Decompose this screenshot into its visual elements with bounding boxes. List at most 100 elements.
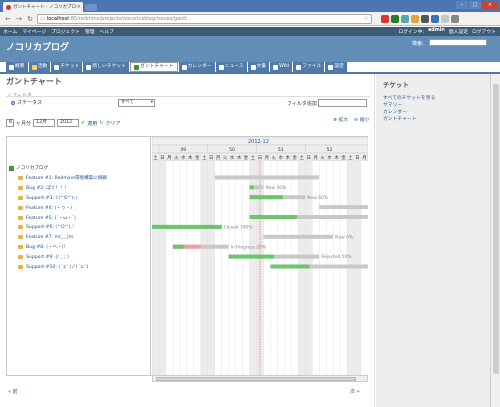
extension-icon-4[interactable] [411,14,419,23]
page-vscroll-thumb[interactable] [493,84,499,374]
zoom-out-link[interactable]: ⊖ 縮小 [354,116,369,123]
reload-icon[interactable]: ↻ [26,15,34,23]
tab-3[interactable]: 新しいチケット [83,62,130,72]
apply-link[interactable]: 適用 [87,120,97,127]
apply-checkmark-icon: ✔ [81,120,86,126]
sidebar-link-calendar[interactable]: カレンダー [383,108,407,115]
top-menu-help[interactable]: ヘルプ [100,28,114,35]
window-controls: – □ × [456,1,498,9]
tab-label: ファイル [302,64,322,69]
gantt-week-label: 52 [327,147,333,153]
tab-1[interactable]: 活動 [28,62,51,72]
tab-6[interactable]: ニュース [215,62,247,72]
issue-folder-icon [18,175,23,180]
wrench-icon[interactable] [451,14,459,23]
zoom-in-link[interactable]: ⊕ 拡大 [333,116,348,123]
maximize-icon[interactable]: □ [469,1,481,9]
browser-tab[interactable]: ガントチャート - ノコリカプログ - Redm × [3,2,83,12]
gantt-issue-row[interactable]: Support #6: (^O^)／ [18,223,75,231]
user-link[interactable]: admin [428,28,445,35]
tab-2[interactable]: チケット [51,62,83,72]
gantt-project-row[interactable]: ノコリカプログ [9,164,48,172]
gantt-bar-done [249,195,283,200]
tab-5[interactable]: カレンダー [178,62,215,72]
project-title: ノコリカプログ [6,43,70,53]
gantt-day-column [221,161,229,376]
extension-icon-5[interactable] [421,14,429,23]
status-select[interactable]: すべて ▾ [118,99,155,107]
gantt-issue-row[interactable]: Support #3: ♪(^O^)ㇵ [18,194,78,202]
status-checkbox[interactable] [11,100,15,105]
gantt-issue-subject: Feature #4: (・ヮ・) [26,205,72,211]
sidebar-link-all-issues[interactable]: すべてのチケットを見る [383,94,435,101]
gantt-bar-label: In Progress 20% [231,244,266,250]
gantt-issue-row[interactable]: Feature #7: m(_ _)m [18,233,73,241]
page-vscrollbar[interactable] [490,74,500,407]
gantt-day-column [263,161,271,376]
close-tab-icon[interactable]: × [77,4,81,10]
top-menu-admin[interactable]: 管理 [85,28,95,35]
gantt-day-label: 土 [251,154,256,161]
forward-icon[interactable]: → [15,15,23,23]
tab-8[interactable]: Wiki [270,62,293,72]
tab-7[interactable]: 文書 [247,62,270,72]
gantt-issue-row[interactable]: Bug #8: (・ヘ・)! [18,243,65,251]
zoom-out-label: 縮小 [359,118,370,123]
gantt-issue-row[interactable]: Feature #5: (´・ω・`) [18,214,76,222]
months-input[interactable]: 6 [6,119,14,127]
tab-icon [31,64,37,70]
tab-icon [296,64,302,70]
sidebar-link-summary[interactable]: サマリー [383,101,402,108]
issue-folder-icon [18,195,23,200]
new-tab-button[interactable] [85,4,97,11]
tab-icon [328,64,334,70]
extension-icon-1[interactable] [381,14,389,23]
tab-4[interactable]: ガントチャート [130,62,178,72]
period-controls: 6 ヶ月分 12月 2012 ✔ 適用 ↻ クリア [6,119,120,127]
gantt-hscrollbar[interactable] [152,375,368,382]
status-select-value: すべて [121,100,135,105]
top-menu-mypage[interactable]: マイページ [22,28,46,35]
top-menu-home[interactable]: ホーム [3,28,17,35]
search-input[interactable] [429,39,487,46]
redmine-favicon-icon [6,4,11,10]
gantt-hscroll-thumb[interactable] [156,377,356,381]
back-icon[interactable]: ← [4,15,12,23]
gantt-chart: 2012-1249 50 51 52土日月火水木金土日月火水木金土日月火水木金土日月火… [152,137,368,376]
gantt-day-label: 木 [286,154,291,161]
gantt-day-label: 月 [265,155,269,161]
extension-icon-2[interactable] [391,14,399,23]
gantt-issue-row[interactable]: Feature #1: Redmine環境構築に挑戦 [18,174,107,182]
logout-link[interactable]: ログアウト [472,28,496,35]
issue-folder-icon [18,185,23,190]
gantt-issue-row[interactable]: Feature #4: (・ヮ・) [18,204,72,212]
gantt-issue-subject: Support #3: ♪(^O^)ㇵ [26,195,78,201]
bookmark-star-icon[interactable]: ☆ [364,15,369,22]
tab-0[interactable]: 概要 [6,62,28,72]
personal-settings-link[interactable]: 個人設定 [449,28,468,35]
gantt-issue-row[interactable]: Support #9: (/ _ ; ) [18,253,69,261]
close-window-icon[interactable]: × [482,1,498,9]
prev-link[interactable]: « 前 [8,388,18,395]
gantt-issue-row[interactable]: Support #10: (´ェ`)ノ(´ェ`) [18,263,88,271]
gantt-day-column [165,161,173,376]
gantt-day-label: 火 [272,156,277,161]
year-select[interactable]: 2012 [57,119,80,127]
gantt-project-name: ノコリカプログ [16,166,49,171]
extension-icon-7[interactable] [441,14,449,23]
address-bar[interactable]: ▭ localhost :85/redmine/projects/nocoric… [37,13,372,24]
extension-icon-6[interactable] [431,14,439,23]
clear-link[interactable]: クリア [105,120,120,127]
gantt-issue-row[interactable]: Bug #2: ぱぐ！！！ [18,184,69,192]
add-filter-select[interactable] [318,99,367,107]
gantt-issue-subject: Bug #2: ぱぐ！！！ [26,185,70,191]
month-select[interactable]: 12月 [33,119,56,127]
next-link[interactable]: 次 » [350,388,360,395]
zoom-controls: ⊕ 拡大 ⊖ 縮小 [333,116,369,123]
extension-icon-3[interactable] [401,14,409,23]
tab-9[interactable]: ファイル [293,62,325,72]
tab-10[interactable]: 設定 [325,62,348,72]
top-menu-projects[interactable]: プロジェクト [51,28,80,35]
sidebar-link-gantt[interactable]: ガントチャート [383,115,417,122]
minimize-icon[interactable]: – [456,1,468,9]
